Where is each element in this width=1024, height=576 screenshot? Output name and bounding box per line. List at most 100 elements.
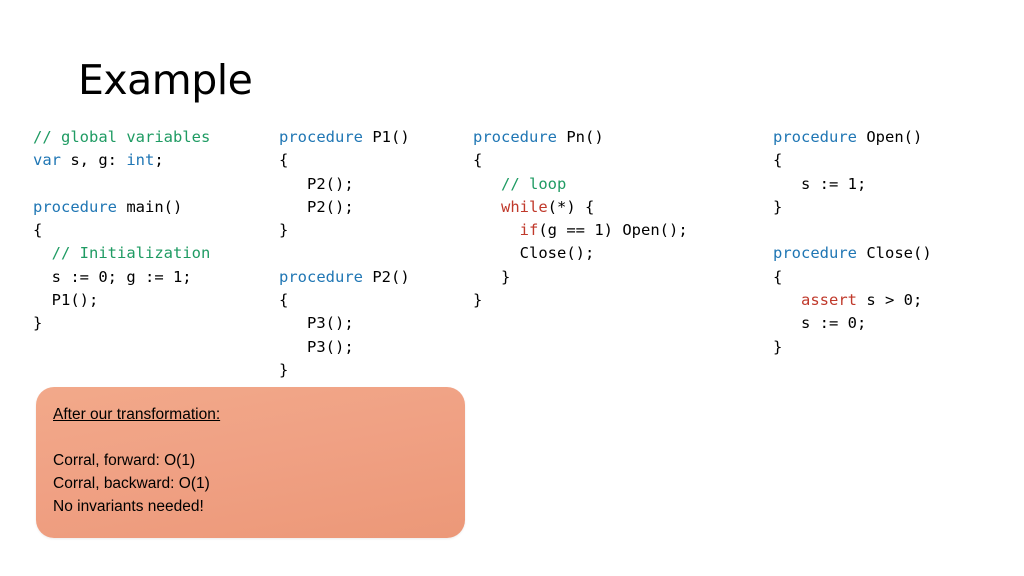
code-line: { [773,266,932,289]
code-line: } [773,196,932,219]
note-line: Corral, forward: O(1) [53,452,196,469]
code-token: P3(); [279,337,354,356]
code-line: P1(); [33,289,210,312]
code-token: { [279,291,289,310]
note-callout: After our transformation: Corral, forwar… [36,387,465,538]
code-token: { [33,221,43,240]
code-token: Close() [857,244,932,263]
code-token: { [279,151,289,170]
code-token: procedure [773,244,857,263]
code-token: Pn() [557,128,604,146]
code-line: { [279,149,410,172]
code-line: if(g == 1) Open(); [473,219,688,242]
code-line: procedure P1() [279,126,410,149]
code-token: procedure [473,128,557,146]
code-token: { [773,151,783,170]
code-token: procedure [279,267,363,286]
code-token: P1() [363,128,410,146]
code-token: { [473,151,483,170]
code-line: } [473,266,688,289]
code-token: // loop [501,174,567,193]
code-token: } [473,291,483,310]
code-token: assert [801,291,857,310]
code-line: // loop [473,173,688,196]
code-line: assert s > 0; [773,289,932,312]
code-token: P3(); [279,314,354,333]
code-line: // global variables [33,126,210,149]
code-token: if [519,221,539,240]
code-token: Open() [857,128,923,146]
code-token: (*) { [547,197,595,216]
code-token: } [773,337,783,356]
code-line: } [473,289,688,312]
code-line: { [473,149,688,172]
code-line: { [279,289,410,312]
code-token: { [773,267,783,286]
code-line: P3(); [279,312,410,335]
code-token: s := 1; [773,174,867,193]
code-token: // global variables [33,128,211,146]
code-token: // Initialization [51,244,211,263]
code-token: s := 0; g := 1; [33,267,192,286]
code-token: } [473,267,511,286]
code-token: } [33,314,43,333]
code-line: { [33,219,210,242]
code-line: { [773,149,932,172]
code-line: procedure Open() [773,126,932,149]
code-token: P1(); [33,291,99,310]
code-block-open-close: procedure Open() { s := 1;} procedure Clo… [773,126,932,359]
code-line: procedure Close() [773,242,932,265]
code-token: while [501,197,548,216]
code-block-pn: procedure Pn() { // loop while(*) { if(g … [473,126,688,312]
code-token: P2(); [279,197,354,216]
code-token: } [773,197,783,216]
code-line: var s, g: int; [33,149,210,172]
code-token: procedure [773,128,857,146]
note-line: Corral, backward: O(1) [53,475,210,492]
code-line: } [279,359,410,382]
code-line: P3(); [279,336,410,359]
code-token: procedure [279,128,363,146]
code-token: s := 0; [773,314,867,333]
code-token: (g == 1) Open(); [538,221,688,240]
code-block-p1-p2: procedure P1() { P2(); P2();} procedure P… [279,126,410,382]
slide: Example // global variables var s, g: int… [0,0,1024,576]
code-token: s, g: [61,151,127,170]
code-line: } [773,336,932,359]
code-token: var [33,151,61,170]
code-line: procedure P2() [279,266,410,289]
code-line: P2(); [279,173,410,196]
code-token: P2() [363,267,410,286]
code-line: procedure main() [33,196,210,219]
code-line: // Initialization [33,242,211,265]
note-heading: After our transformation: [53,406,221,423]
code-token: ; [154,151,164,170]
code-token: Close(); [473,244,595,263]
code-token: } [279,221,289,240]
code-token: procedure [33,197,117,216]
code-line: Close(); [473,242,688,265]
code-line: P2(); [279,196,410,219]
code-line: } [279,219,410,242]
page-title: Example [78,56,253,104]
note-line: No invariants needed! [53,498,204,515]
code-block-main: // global variables var s, g: int; proced… [33,126,210,336]
code-token: main() [117,197,183,216]
code-line: while(*) { [473,196,688,219]
code-line: s := 0; [773,312,932,335]
code-token: } [279,360,289,379]
code-token: int [126,151,155,170]
note-content: After our transformation: Corral, forwar… [53,403,453,518]
code-token: s > 0; [857,291,923,310]
code-line: s := 1; [773,173,932,196]
code-line: } [33,312,210,335]
code-line: procedure Pn() [473,126,688,149]
